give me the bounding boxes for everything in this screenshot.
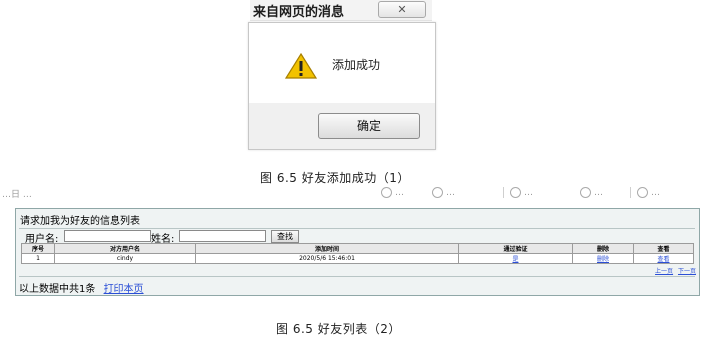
col-header: 查看 (633, 243, 694, 254)
toolbar-left-text: …日 … (2, 190, 32, 200)
name-input[interactable] (179, 230, 266, 242)
close-button[interactable]: ✕ (378, 1, 426, 18)
toolbar-item[interactable]: … (510, 187, 533, 198)
circle-icon (510, 187, 521, 198)
table-row: 1 cindy 2020/5/6 15:46:01 是 删除 查看 (21, 253, 694, 264)
col-header: 对方用户名 (54, 243, 196, 254)
friend-table: 序号 对方用户名 添加时间 通过验证 删除 查看 1 cindy 2020/5/… (21, 243, 694, 264)
delete-link[interactable]: 删除 (597, 256, 609, 263)
col-header: 通过验证 (458, 243, 573, 254)
col-header: 添加时间 (195, 243, 459, 254)
toolbar-item[interactable]: … (580, 187, 603, 198)
circle-icon (432, 187, 443, 198)
toolbar-separator (503, 187, 504, 198)
username-input[interactable] (64, 230, 151, 242)
search-button[interactable]: 查找 (271, 230, 299, 243)
pager: 上一页 下一页 (652, 266, 696, 275)
ok-button[interactable]: 确定 (318, 113, 420, 139)
dialog-title: 来自网页的消息 (253, 5, 345, 20)
toolbar-separator (630, 187, 631, 198)
close-icon: ✕ (397, 3, 407, 16)
browser-toolbar: …日 … … … … … … (0, 186, 718, 200)
circle-icon (580, 187, 591, 198)
verify-link[interactable]: 是 (512, 256, 518, 263)
dialog-message: 添加成功 (332, 58, 381, 72)
circle-icon (381, 187, 392, 198)
search-row: 用户名: 姓名: 查找 (19, 228, 695, 245)
record-count-text: 以上数据中共1条 (19, 284, 96, 295)
panel-title: 请求加我为好友的信息列表 (20, 216, 140, 227)
next-page-link[interactable]: 下一页 (678, 268, 696, 275)
print-page-link[interactable]: 打印本页 (104, 284, 144, 295)
prev-page-link[interactable]: 上一页 (655, 268, 673, 275)
circle-icon (637, 187, 648, 198)
cell-no: 1 (21, 253, 55, 264)
panel-footer: 以上数据中共1条 打印本页 (19, 276, 695, 295)
toolbar-item[interactable]: … (637, 187, 660, 198)
friend-request-panel: 请求加我为好友的信息列表 用户名: 姓名: 查找 序号 对方用户名 添加时间 通… (15, 208, 700, 296)
toolbar-item[interactable]: … (381, 187, 404, 198)
warning-icon (285, 53, 317, 79)
figure-caption-2: 图 6.5 好友列表（2） (276, 322, 401, 336)
dialog-body: 添加成功 确定 (248, 22, 436, 150)
col-header: 序号 (21, 243, 55, 254)
figure-caption-1: 图 6.5 好友添加成功（1） (260, 171, 410, 185)
col-header: 删除 (572, 243, 634, 254)
view-link[interactable]: 查看 (657, 256, 669, 263)
dialog-titlebar: 来自网页的消息 ✕ (250, 0, 432, 21)
toolbar-item[interactable]: … (432, 187, 455, 198)
cell-username: cindy (54, 253, 196, 264)
table-header-row: 序号 对方用户名 添加时间 通过验证 删除 查看 (21, 243, 694, 254)
cell-time: 2020/5/6 15:46:01 (195, 253, 459, 264)
